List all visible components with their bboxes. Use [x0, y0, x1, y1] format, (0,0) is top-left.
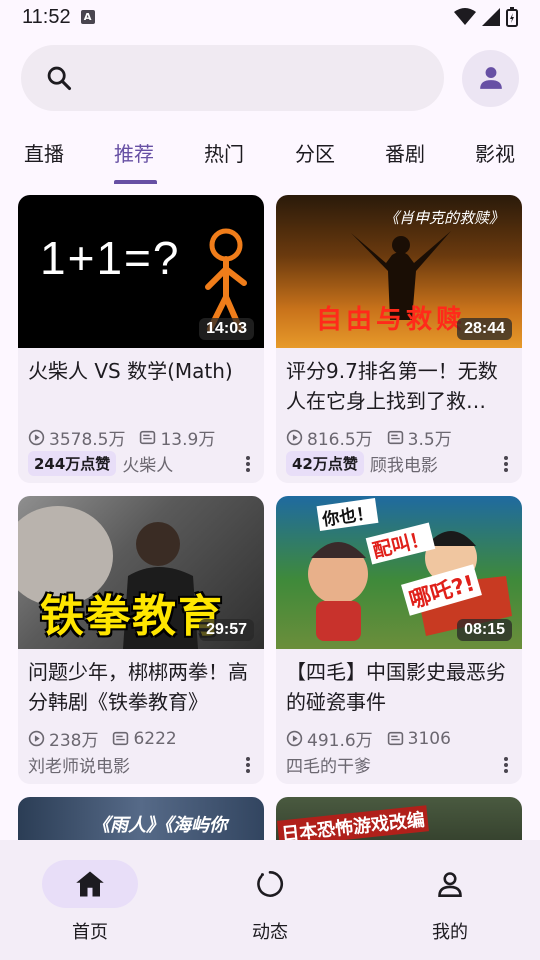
wifi-icon	[454, 8, 476, 25]
play-count-icon	[286, 730, 303, 747]
likes-badge: 42万点赞	[286, 450, 364, 476]
nav-home[interactable]: 首页	[30, 860, 150, 944]
thumbnail-text: 《雨人》《海屿你	[92, 815, 227, 836]
nav-profile-label: 我的	[432, 922, 468, 943]
more-options-icon[interactable]	[500, 453, 512, 475]
status-bar: 11:52 A	[0, 0, 540, 34]
nav-dynamic-pill	[222, 860, 318, 908]
nav-home-label: 首页	[72, 922, 108, 943]
more-options-icon[interactable]	[242, 453, 254, 475]
more-options-icon[interactable]	[500, 754, 512, 776]
nav-home-pill	[42, 860, 138, 908]
tab-recommend[interactable]: 推荐	[114, 138, 154, 167]
video-thumbnail[interactable]: 铁拳教育 29:57	[18, 496, 264, 649]
video-duration: 08:15	[457, 619, 512, 641]
nav-dynamic[interactable]: 动态	[210, 860, 330, 944]
bottom-navigation: 首页 动态 我的	[0, 840, 540, 960]
search-icon	[47, 66, 72, 91]
play-count-icon	[28, 429, 45, 446]
likes-badge: 244万点赞	[28, 450, 117, 476]
video-meta: 244万点赞 火柴人	[28, 450, 258, 476]
danmaku-icon	[140, 430, 156, 445]
video-title: 评分9.7排名第一！无数人在它身上找到了救…	[286, 359, 498, 413]
play-count-icon	[28, 730, 45, 747]
tab-live[interactable]: 直播	[24, 138, 64, 167]
status-time: 11:52	[22, 5, 71, 28]
danmaku-count: 3106	[407, 728, 451, 749]
account-button[interactable]	[462, 49, 519, 107]
home-icon	[76, 871, 104, 897]
thumbnail-text: 1+1=?	[40, 232, 181, 284]
profile-icon	[438, 872, 462, 897]
person-icon	[479, 67, 502, 89]
danmaku-count: 6222	[133, 728, 177, 749]
video-card[interactable]: 《肖申克的救赎》 自由与救赎 28:44 评分9.7排名第一！无数人在它身上找到…	[276, 195, 522, 483]
video-duration: 14:03	[199, 318, 254, 340]
danmaku-count: 3.5万	[407, 430, 452, 450]
more-options-icon[interactable]	[242, 754, 254, 776]
video-stats: 491.6万 3106	[286, 726, 451, 751]
tab-partition[interactable]: 分区	[295, 138, 335, 167]
tab-anime[interactable]: 番剧	[385, 138, 425, 167]
video-stats: 3578.5万 13.9万	[28, 425, 215, 450]
dynamic-icon	[257, 871, 284, 897]
video-stats: 816.5万 3.5万	[286, 425, 452, 450]
author-name[interactable]: 刘老师说电影	[28, 752, 130, 777]
video-card[interactable]: 你也！ 配叫！ 哪吒?! 08:15 【四毛】中国影史最恶劣的碰瓷事件 491.…	[276, 496, 522, 784]
video-title: 问题少年，梆梆两拳！高分韩剧《铁拳教育》	[28, 660, 248, 714]
video-card[interactable]: 1+1=? 14:03 火柴人 VS 数学(Math) 3578.5万 13.9…	[18, 195, 264, 483]
tab-indicator	[114, 180, 157, 184]
nav-profile[interactable]: 我的	[390, 860, 510, 944]
danmaku-count: 13.9万	[160, 430, 216, 450]
nav-dynamic-label: 动态	[252, 922, 288, 943]
author-name[interactable]: 火柴人	[122, 451, 173, 476]
accessibility-notification-icon: A	[80, 10, 95, 24]
tab-hot[interactable]: 热门	[204, 138, 244, 167]
video-meta: 四毛的干爹	[286, 751, 516, 777]
video-thumbnail[interactable]: 你也！ 配叫！ 哪吒?! 08:15	[276, 496, 522, 649]
video-duration: 28:44	[457, 318, 512, 340]
video-card[interactable]: 铁拳教育 29:57 问题少年，梆梆两拳！高分韩剧《铁拳教育》 238万 622…	[18, 496, 264, 784]
thumbnail-text: 自由与救赎	[316, 305, 467, 335]
signal-icon	[482, 8, 500, 26]
search-row	[21, 45, 519, 111]
category-tabs: 直播 推荐 热门 分区 番剧 影视	[0, 128, 540, 184]
play-count-icon	[286, 429, 303, 446]
battery-icon	[506, 7, 518, 27]
video-meta: 刘老师说电影	[28, 751, 258, 777]
tab-film-tv[interactable]: 影视	[475, 138, 515, 167]
danmaku-icon	[387, 430, 403, 445]
danmaku-icon	[113, 731, 129, 746]
thumbnail-text: 铁拳教育	[40, 591, 224, 642]
video-title: 【四毛】中国影史最恶劣的碰瓷事件	[286, 660, 506, 714]
nav-profile-pill	[402, 860, 498, 908]
video-meta: 42万点赞 顾我电影	[286, 450, 516, 476]
author-name[interactable]: 顾我电影	[370, 451, 438, 476]
view-count: 816.5万	[307, 430, 373, 450]
status-icons	[454, 7, 518, 27]
danmaku-icon	[387, 731, 403, 746]
video-title: 火柴人 VS 数学(Math)	[28, 359, 233, 383]
video-duration: 29:57	[199, 619, 254, 641]
view-count: 3578.5万	[49, 430, 126, 450]
author-name[interactable]: 四毛的干爹	[286, 752, 371, 777]
video-thumbnail[interactable]: 《肖申克的救赎》 自由与救赎 28:44	[276, 195, 522, 348]
view-count: 238万	[49, 731, 99, 751]
video-stats: 238万 6222	[28, 726, 177, 751]
search-input[interactable]	[21, 45, 444, 111]
video-thumbnail[interactable]: 1+1=? 14:03	[18, 195, 264, 348]
view-count: 491.6万	[307, 731, 373, 751]
